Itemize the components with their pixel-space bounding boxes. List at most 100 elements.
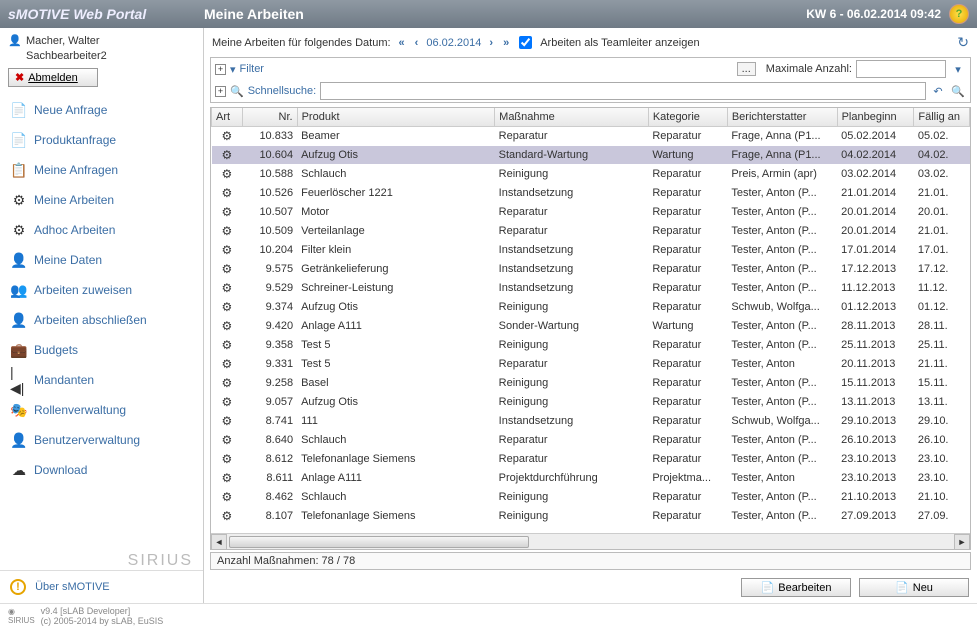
new-button[interactable]: 📄 Neu	[859, 578, 969, 597]
gear-icon: ⚙	[212, 393, 243, 412]
filter-link[interactable]: Filter	[240, 63, 264, 75]
table-row[interactable]: ⚙10.833BeamerReparaturReparaturFrage, An…	[212, 127, 970, 146]
table-row[interactable]: ⚙10.204Filter kleinInstandsetzungReparat…	[212, 241, 970, 260]
cell-berichterstatter: Tester, Anton (P...	[727, 431, 837, 450]
sidebar-item-8[interactable]: 💼Budgets	[0, 335, 203, 365]
sidebar-item-10[interactable]: 🎭Rollenverwaltung	[0, 395, 203, 425]
last-page-icon[interactable]: »	[501, 37, 511, 49]
column-header[interactable]: Nr.	[242, 108, 297, 127]
column-header[interactable]: Kategorie	[648, 108, 727, 127]
table-row[interactable]: ⚙10.604Aufzug OtisStandard-WartungWartun…	[212, 146, 970, 165]
table-row[interactable]: ⚙9.374Aufzug OtisReinigungReparaturSchwu…	[212, 298, 970, 317]
next-page-icon[interactable]: ›	[487, 37, 495, 49]
prev-page-icon[interactable]: ‹	[413, 37, 421, 49]
scroll-left-icon[interactable]: ◄	[211, 534, 227, 550]
expand-filter-icon[interactable]: +	[215, 64, 226, 75]
table-row[interactable]: ⚙10.509VerteilanlageReparaturReparaturTe…	[212, 222, 970, 241]
table-row[interactable]: ⚙8.640SchlauchReparaturReparaturTester, …	[212, 431, 970, 450]
nav-icon: 📋	[10, 161, 28, 179]
column-header[interactable]: Maßnahme	[495, 108, 649, 127]
table-row[interactable]: ⚙10.588SchlauchReinigungReparaturPreis, …	[212, 165, 970, 184]
cell-kategorie: Reparatur	[648, 507, 727, 526]
scroll-thumb[interactable]	[229, 536, 529, 548]
cell-berichterstatter: Tester, Anton	[727, 469, 837, 488]
gear-icon: ⚙	[212, 450, 243, 469]
sidebar-item-2[interactable]: 📋Meine Anfragen	[0, 155, 203, 185]
logout-button[interactable]: ✖ Abmelden	[8, 68, 98, 87]
edit-button[interactable]: 📄 Bearbeiten	[741, 578, 851, 597]
sidebar-item-11[interactable]: 👤Benutzerverwaltung	[0, 425, 203, 455]
table-row[interactable]: ⚙9.057Aufzug OtisReinigungReparaturTeste…	[212, 393, 970, 412]
column-header[interactable]: Fällig an	[914, 108, 970, 127]
first-page-icon[interactable]: «	[397, 37, 407, 49]
cell-faellig: 15.11.	[914, 374, 970, 393]
cell-produkt: Aufzug Otis	[297, 146, 495, 165]
apply-filter-icon[interactable]: ▾	[950, 63, 966, 76]
cell-faellig: 28.11.	[914, 317, 970, 336]
cell-massnahme: Reinigung	[495, 165, 649, 184]
quicksearch-label[interactable]: Schnellsuche:	[248, 85, 317, 97]
table-row[interactable]: ⚙9.331Test 5ReparaturReparaturTester, An…	[212, 355, 970, 374]
max-count-input[interactable]	[856, 60, 946, 78]
teamleader-checkbox[interactable]	[519, 36, 532, 49]
table-row[interactable]: ⚙8.741111InstandsetzungReparaturSchwub, …	[212, 412, 970, 431]
table-row[interactable]: ⚙9.575GetränkelieferungInstandsetzungRep…	[212, 260, 970, 279]
table-row[interactable]: ⚙9.358Test 5ReinigungReparaturTester, An…	[212, 336, 970, 355]
current-date[interactable]: 06.02.2014	[426, 37, 481, 49]
table-row[interactable]: ⚙8.612Telefonanlage SiemensReparaturRepa…	[212, 450, 970, 469]
sidebar-item-7[interactable]: 👤Arbeiten abschließen	[0, 305, 203, 335]
table-row[interactable]: ⚙8.462SchlauchReinigungReparaturTester, …	[212, 488, 970, 507]
cell-produkt: Anlage A111	[297, 317, 495, 336]
nav-label: Mandanten	[34, 373, 94, 387]
cell-produkt: Schlauch	[297, 431, 495, 450]
sidebar-item-12[interactable]: ☁Download	[0, 455, 203, 485]
cell-massnahme: Reinigung	[495, 336, 649, 355]
cell-massnahme: Instandsetzung	[495, 241, 649, 260]
refresh-icon[interactable]: ↻	[957, 34, 969, 51]
cell-nr: 9.374	[242, 298, 297, 317]
cell-faellig: 03.02.	[914, 165, 970, 184]
table-row[interactable]: ⚙10.507MotorReparaturReparaturTester, An…	[212, 203, 970, 222]
cell-nr: 10.526	[242, 184, 297, 203]
about-link-row: ! Über sMOTIVE	[0, 570, 203, 603]
cell-faellig: 17.01.	[914, 241, 970, 260]
column-header[interactable]: Art	[212, 108, 243, 127]
filter-options-button[interactable]: ...	[737, 62, 756, 76]
cell-kategorie: Reparatur	[648, 241, 727, 260]
cell-nr: 8.462	[242, 488, 297, 507]
help-icon[interactable]: ?	[949, 4, 969, 24]
sidebar-item-0[interactable]: 📄Neue Anfrage	[0, 95, 203, 125]
scroll-right-icon[interactable]: ►	[954, 534, 970, 550]
sidebar-item-1[interactable]: 📄Produktanfrage	[0, 125, 203, 155]
cell-kategorie: Reparatur	[648, 355, 727, 374]
expand-quicksearch-icon[interactable]: +	[215, 86, 226, 97]
sidebar-item-9[interactable]: |◀|Mandanten	[0, 365, 203, 395]
work-table: ArtNr.ProduktMaßnahmeKategorieBerichters…	[211, 108, 970, 526]
sidebar-item-5[interactable]: 👤Meine Daten	[0, 245, 203, 275]
edit-icon: 📄	[761, 581, 775, 594]
table-row[interactable]: ⚙9.258BaselReinigungReparaturTester, Ant…	[212, 374, 970, 393]
table-row[interactable]: ⚙8.611Anlage A111ProjektdurchführungProj…	[212, 469, 970, 488]
nav-icon: 👤	[10, 251, 28, 269]
undo-icon[interactable]: ↶	[930, 85, 946, 98]
table-row[interactable]: ⚙8.107Telefonanlage SiemensReinigungRepa…	[212, 507, 970, 526]
sidebar-item-4[interactable]: ⚙Adhoc Arbeiten	[0, 215, 203, 245]
cell-planbeginn: 04.02.2014	[837, 146, 914, 165]
sidebar-item-3[interactable]: ⚙Meine Arbeiten	[0, 185, 203, 215]
table-row[interactable]: ⚙9.529Schreiner-LeistungInstandsetzungRe…	[212, 279, 970, 298]
column-header[interactable]: Berichterstatter	[727, 108, 837, 127]
sidebar-item-6[interactable]: 👥Arbeiten zuweisen	[0, 275, 203, 305]
cell-nr: 10.833	[242, 127, 297, 146]
cell-berichterstatter: Frage, Anna (P1...	[727, 127, 837, 146]
grid-scroll[interactable]: ArtNr.ProduktMaßnahmeKategorieBerichters…	[211, 108, 970, 533]
about-link[interactable]: Über sMOTIVE	[35, 581, 110, 593]
quicksearch-input[interactable]	[320, 82, 926, 100]
table-row[interactable]: ⚙9.420Anlage A111Sonder-WartungWartungTe…	[212, 317, 970, 336]
max-count-label: Maximale Anzahl:	[766, 63, 852, 75]
table-row[interactable]: ⚙10.526Feuerlöscher 1221InstandsetzungRe…	[212, 184, 970, 203]
column-header[interactable]: Planbeginn	[837, 108, 914, 127]
table-header-row: ArtNr.ProduktMaßnahmeKategorieBerichters…	[212, 108, 970, 127]
horizontal-scrollbar[interactable]: ◄ ►	[211, 533, 970, 549]
search-icon[interactable]: 🔍	[950, 85, 966, 98]
column-header[interactable]: Produkt	[297, 108, 495, 127]
